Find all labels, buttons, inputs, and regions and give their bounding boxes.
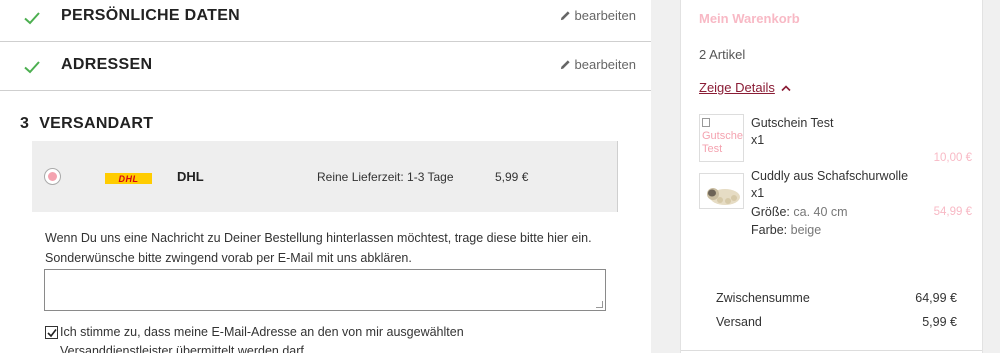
shipping-price: 5,99 € xyxy=(495,170,529,184)
step-shipping-heading: 3 VERSANDART xyxy=(20,115,153,133)
resize-grip-icon[interactable] xyxy=(596,301,603,308)
edit-personal-data-link[interactable]: bearbeiten xyxy=(560,8,636,23)
cart-summary: Mein Warenkorb 2 Artikel Zeige Details G… xyxy=(680,0,983,353)
size-value: ca. 40 cm xyxy=(793,205,848,219)
item-qty: x1 xyxy=(751,133,765,147)
carrier-name: DHL xyxy=(177,169,204,184)
sheep-plush-image xyxy=(700,174,743,208)
edit-label: bearbeiten xyxy=(574,57,636,72)
checkout-panel: PERSÖNLICHE DATEN bearbeiten ADRESSEN be… xyxy=(0,0,651,353)
step-personal-data: PERSÖNLICHE DATEN bearbeiten xyxy=(0,0,651,42)
order-note-instructions: Wenn Du uns eine Nachricht zu Deiner Bes… xyxy=(45,231,592,265)
step-number: 3 xyxy=(20,115,30,132)
step-title: ADRESSEN xyxy=(61,56,153,73)
consent-checkbox[interactable] xyxy=(45,326,58,339)
edit-label: bearbeiten xyxy=(574,8,636,23)
shipping-row: Versand 5,99 € xyxy=(716,315,957,329)
item-qty: x1 xyxy=(751,186,765,200)
subtotal-value: 64,99 € xyxy=(915,291,957,305)
product-image-cuddly xyxy=(699,173,744,209)
item-price: 54,99 € xyxy=(933,206,972,218)
details-label: Zeige Details xyxy=(699,80,775,95)
show-details-toggle[interactable]: Zeige Details xyxy=(699,80,791,95)
size-label: Größe: xyxy=(751,205,790,219)
subtotal-row: Zwischensumme 64,99 € xyxy=(716,291,957,305)
broken-image-icon xyxy=(702,118,710,127)
item-price: 10,00 € xyxy=(933,152,972,164)
step-title: VERSANDART xyxy=(39,115,154,132)
item-name: Gutschein Test xyxy=(751,116,834,130)
divider xyxy=(681,350,982,351)
shipping-radio[interactable] xyxy=(44,168,61,185)
radio-dot xyxy=(48,172,57,181)
consent-label: Ich stimme zu, dass meine E-Mail-Adresse… xyxy=(60,325,464,353)
dhl-logo: DHL xyxy=(105,173,152,184)
step-addresses: ADRESSEN bearbeiten xyxy=(0,43,651,91)
check-icon xyxy=(24,12,40,25)
shipping-option-dhl[interactable]: DHL DHL Reine Lieferzeit: 1-3 Tage 5,99 … xyxy=(32,141,618,212)
shipping-label: Versand xyxy=(716,315,762,329)
product-image-gutschein: Gutschein Test xyxy=(699,114,744,162)
order-note-textarea[interactable] xyxy=(44,269,606,311)
item-size: Größe: ca. 40 cm xyxy=(751,204,848,221)
color-label: Farbe: xyxy=(751,223,788,237)
check-icon xyxy=(24,61,40,74)
edit-addresses-link[interactable]: bearbeiten xyxy=(560,57,636,72)
chevron-up-icon xyxy=(781,84,791,91)
color-value: beige xyxy=(790,223,822,237)
image-alt-text: Gutschein Test xyxy=(702,130,743,155)
checkmark-icon xyxy=(47,329,57,338)
cart-item-count: 2 Artikel xyxy=(699,47,746,62)
subtotal-label: Zwischensumme xyxy=(716,291,810,305)
item-color: Farbe: beige xyxy=(751,222,821,239)
pencil-icon xyxy=(560,60,570,70)
step-title: PERSÖNLICHE DATEN xyxy=(61,7,241,24)
cart-title: Mein Warenkorb xyxy=(699,11,800,26)
item-name: Cuddly aus Schafschurwolle xyxy=(751,169,909,183)
pencil-icon xyxy=(560,11,570,21)
delivery-time: Reine Lieferzeit: 1-3 Tage xyxy=(317,170,454,184)
shipping-value: 5,99 € xyxy=(922,315,957,329)
dhl-logo-text: DHL xyxy=(118,173,139,184)
